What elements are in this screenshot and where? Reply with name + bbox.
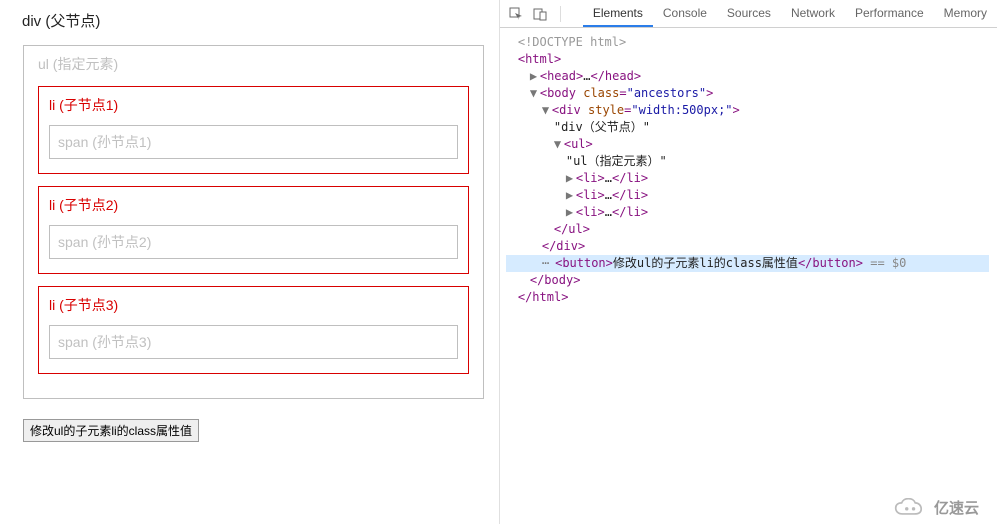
devtools-toolbar: Elements Console Sources Network Perform…	[500, 0, 997, 28]
li-label: li (子节点1)	[49, 95, 458, 115]
li-label: li (子节点2)	[49, 195, 458, 215]
tab-sources[interactable]: Sources	[717, 0, 781, 27]
device-toggle-icon[interactable]	[532, 6, 548, 22]
tab-network[interactable]: Network	[781, 0, 845, 27]
li-box-2: li (子节点2) span (孙节点2)	[38, 186, 469, 274]
demo-viewport: div (父节点) ul (指定元素) li (子节点1) span (孙节点1…	[0, 0, 500, 524]
li-label: li (子节点3)	[49, 295, 458, 315]
span-box: span (孙节点2)	[49, 225, 458, 259]
li-box-1: li (子节点1) span (孙节点1)	[38, 86, 469, 174]
ul-label: ul (指定元素)	[38, 54, 469, 74]
modify-class-button[interactable]: 修改ul的子元素li的class属性值	[23, 419, 199, 442]
cloud-icon	[894, 498, 928, 518]
div-label: div (父节点)	[22, 10, 499, 31]
devtools-tabs: Elements Console Sources Network Perform…	[583, 0, 997, 27]
watermark-text: 亿速云	[934, 497, 979, 518]
span-box: span (孙节点3)	[49, 325, 458, 359]
watermark: 亿速云	[894, 497, 979, 518]
ul-box: ul (指定元素) li (子节点1) span (孙节点1) li (子节点2…	[23, 45, 484, 399]
dom-tree[interactable]: <!DOCTYPE html> <html> ▶<head>…</head> ▼…	[500, 28, 997, 312]
tab-elements[interactable]: Elements	[583, 0, 653, 27]
toolbar-separator	[560, 6, 561, 22]
inspect-icon[interactable]	[508, 6, 524, 22]
selected-dom-node[interactable]: ⋯<button>修改ul的子元素li的class属性值</button> ==…	[506, 255, 989, 272]
doctype-node[interactable]: <!DOCTYPE html>	[518, 35, 626, 49]
tab-memory[interactable]: Memory	[934, 0, 997, 27]
tab-console[interactable]: Console	[653, 0, 717, 27]
devtools-panel: Elements Console Sources Network Perform…	[500, 0, 997, 524]
li-box-3: li (子节点3) span (孙节点3)	[38, 286, 469, 374]
tab-performance[interactable]: Performance	[845, 0, 934, 27]
span-box: span (孙节点1)	[49, 125, 458, 159]
